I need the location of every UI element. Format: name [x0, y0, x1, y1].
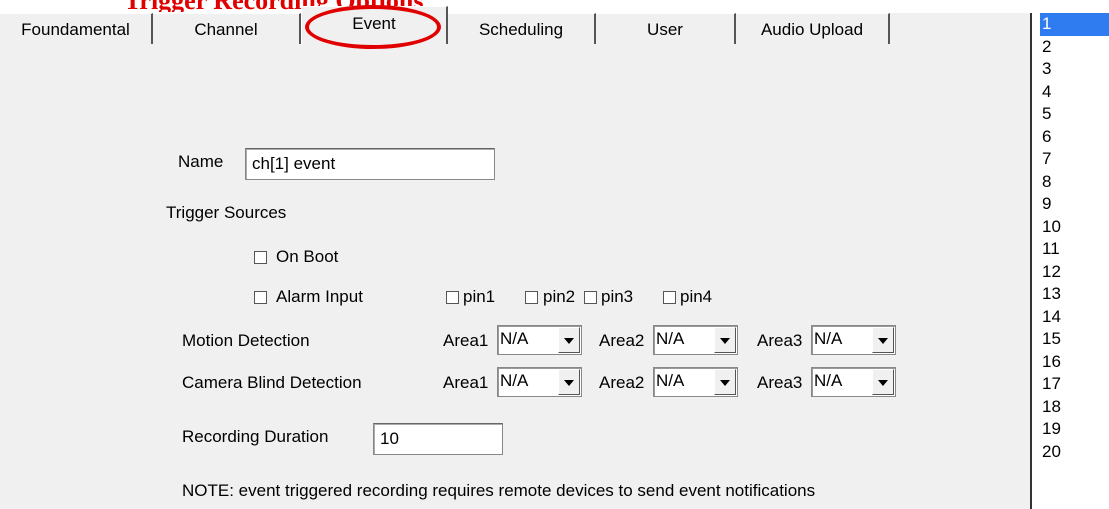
channel-list-item[interactable]: 19 — [1040, 418, 1109, 441]
channel-list-item[interactable]: 15 — [1040, 328, 1109, 351]
alarm-input-label: Alarm Input — [276, 287, 363, 306]
channel-list-item[interactable]: 13 — [1040, 283, 1109, 306]
alarm-input-checkbox[interactable] — [254, 291, 267, 304]
motion-area2-select[interactable]: N/A — [653, 325, 738, 355]
pin2-label: pin2 — [543, 287, 576, 306]
channel-list-item[interactable]: 6 — [1040, 126, 1109, 149]
channel-list-item[interactable]: 7 — [1040, 148, 1109, 171]
channel-list-item[interactable]: 4 — [1040, 81, 1109, 104]
blind-area1-label: Area1 — [443, 373, 489, 392]
camera-blind-label: Camera Blind Detection — [182, 373, 362, 392]
motion-area1-label: Area1 — [443, 331, 489, 350]
chevron-down-icon[interactable] — [872, 369, 894, 395]
recording-duration-input[interactable]: 10 — [373, 423, 503, 455]
tab-label: User — [647, 20, 683, 39]
chevron-down-icon[interactable] — [714, 369, 736, 395]
pin2-checkbox[interactable] — [525, 291, 538, 304]
blind-area2-select[interactable]: N/A — [653, 367, 738, 397]
channel-list-item[interactable]: 2 — [1040, 36, 1109, 59]
channel-list-item[interactable]: 3 — [1040, 58, 1109, 81]
channel-list-item[interactable]: 20 — [1040, 441, 1109, 464]
motion-area3-select[interactable]: N/A — [811, 325, 896, 355]
pin3-checkbox[interactable] — [584, 291, 597, 304]
tab-scheduling[interactable]: Scheduling — [448, 13, 596, 45]
note-text: NOTE: event triggered recording requires… — [182, 481, 816, 500]
pin1-label: pin1 — [463, 287, 496, 306]
event-panel — [0, 44, 1030, 509]
on-boot-checkbox[interactable] — [254, 251, 267, 264]
chevron-down-icon[interactable] — [558, 369, 580, 395]
channel-list-item[interactable]: 8 — [1040, 171, 1109, 194]
tab-label: Audio Upload — [760, 20, 864, 39]
tab-label: Scheduling — [478, 20, 564, 39]
on-boot-label: On Boot — [276, 247, 339, 266]
blind-area3-select[interactable]: N/A — [811, 367, 896, 397]
channel-list-item[interactable]: 14 — [1040, 306, 1109, 329]
name-label: Name — [178, 152, 224, 171]
pin1-checkbox[interactable] — [446, 291, 459, 304]
chevron-down-icon[interactable] — [714, 327, 736, 353]
channel-list[interactable]: 1 2 3 4 5 6 7 8 9 10 11 12 13 14 15 16 17 18 19 20 — [1040, 13, 1109, 509]
channel-list-item[interactable]: 9 — [1040, 193, 1109, 216]
tab-label: Foundamental — [21, 20, 130, 39]
channel-list-item[interactable]: 10 — [1040, 216, 1109, 239]
motion-area3-label: Area3 — [757, 331, 803, 350]
channel-list-item[interactable]: 16 — [1040, 351, 1109, 374]
tab-user[interactable]: User — [596, 13, 736, 45]
channel-list-item[interactable]: 1 — [1040, 13, 1109, 36]
tab-foundamental[interactable]: Foundamental — [0, 13, 153, 45]
select-value: N/A — [814, 371, 843, 390]
select-value: N/A — [814, 329, 843, 348]
chevron-down-icon[interactable] — [558, 327, 580, 353]
tab-label: Channel — [194, 20, 258, 39]
trigger-sources-label: Trigger Sources — [166, 203, 287, 222]
motion-detection-label: Motion Detection — [182, 331, 310, 350]
tab-audio-upload[interactable]: Audio Upload — [736, 13, 890, 45]
motion-area2-label: Area2 — [599, 331, 645, 350]
motion-area1-select[interactable]: N/A — [497, 325, 582, 355]
blind-area1-select[interactable]: N/A — [497, 367, 582, 397]
tab-channel[interactable]: Channel — [153, 13, 301, 45]
pin3-label: pin3 — [601, 287, 634, 306]
recording-duration-label: Recording Duration — [182, 427, 329, 446]
pin4-checkbox[interactable] — [663, 291, 676, 304]
channel-list-item[interactable]: 18 — [1040, 396, 1109, 419]
tab-label: Event — [352, 14, 396, 33]
channel-list-item[interactable]: 17 — [1040, 373, 1109, 396]
tab-event[interactable]: Event — [301, 6, 448, 46]
select-value: N/A — [500, 371, 529, 390]
panel-divider — [1030, 13, 1035, 509]
channel-list-item[interactable]: 11 — [1040, 238, 1109, 261]
channel-list-item[interactable]: 5 — [1040, 103, 1109, 126]
name-input[interactable]: ch[1] event — [245, 148, 495, 180]
select-value: N/A — [656, 329, 685, 348]
pin4-label: pin4 — [680, 287, 713, 306]
select-value: N/A — [500, 329, 529, 348]
blind-area2-label: Area2 — [599, 373, 645, 392]
blind-area3-label: Area3 — [757, 373, 803, 392]
channel-list-item[interactable]: 12 — [1040, 261, 1109, 284]
chevron-down-icon[interactable] — [872, 327, 894, 353]
select-value: N/A — [656, 371, 685, 390]
